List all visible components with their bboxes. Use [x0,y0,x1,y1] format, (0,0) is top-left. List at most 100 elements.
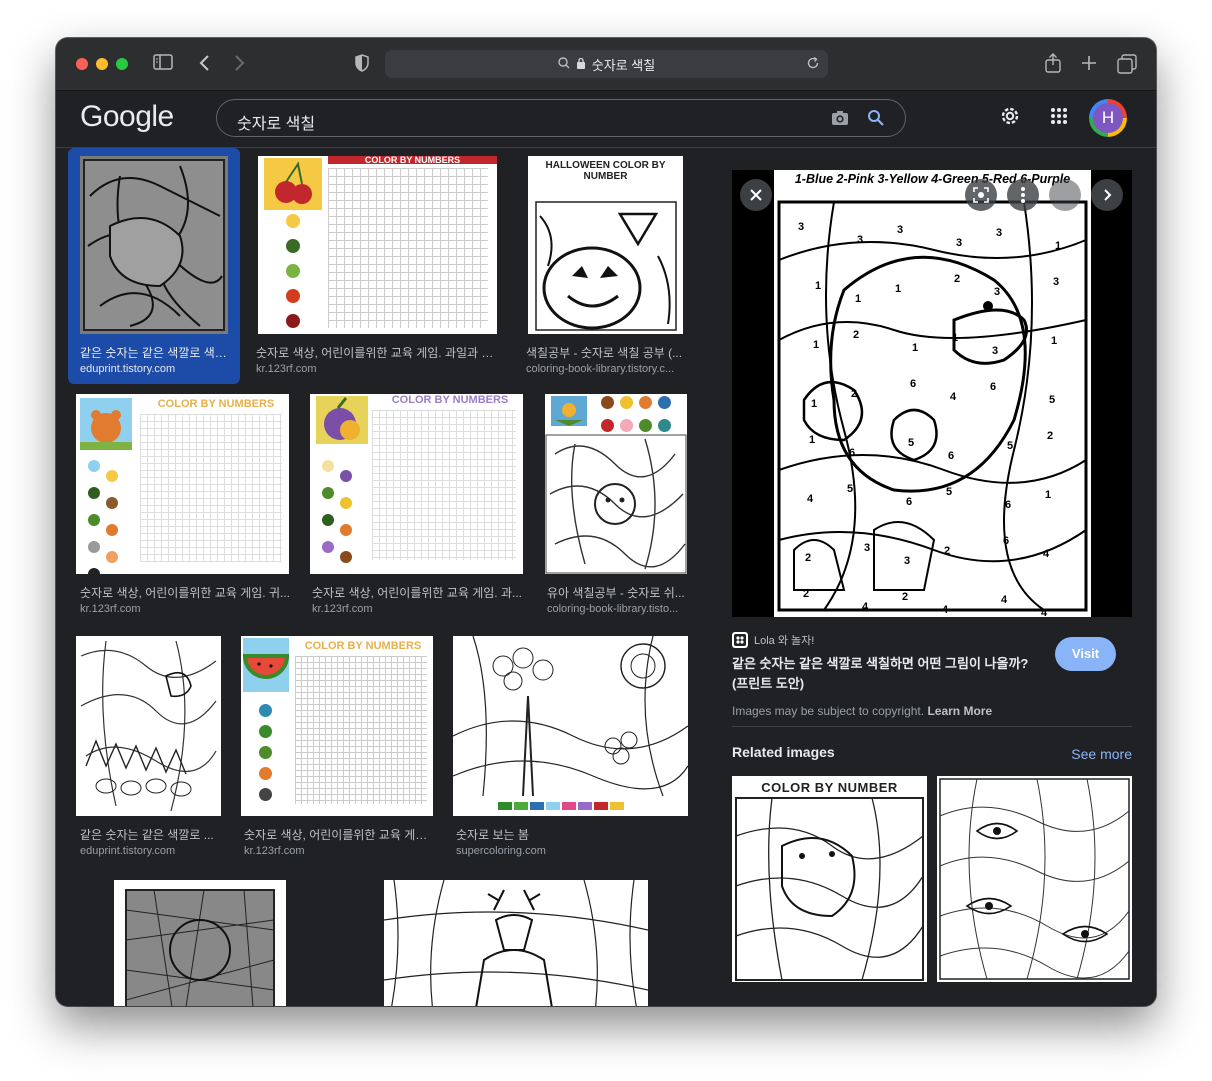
lock-icon [576,57,586,72]
result-source[interactable]: eduprint.tistory.com [80,363,232,375]
region-number: 3 [904,555,910,567]
region-number: 2 [853,329,859,341]
result-caption[interactable]: 색칠공부 - 숫자로 색칠 공부 (... [526,344,688,361]
related-image-2[interactable] [937,776,1132,982]
result-thumbnail[interactable] [545,394,687,574]
image-result-4[interactable]: COLOR BY NUMBERS 숫자로 색상, 어린이를위한 교육 게임. 귀… [76,394,292,622]
image-result-6[interactable]: 유아 색칠공부 - 숫자로 쉬... coloring-book-library… [544,394,690,622]
region-number: 2 [851,388,857,400]
lens-search-icon[interactable] [965,179,997,211]
zoom-window-button[interactable] [116,58,128,70]
apps-grid-icon[interactable] [1050,107,1068,130]
region-number: 1 [912,342,918,354]
image-results-grid: 같은 숫자는 같은 색깔로 색칠... eduprint.tistory.com… [56,148,708,1006]
tab-overview-icon[interactable] [1117,54,1137,74]
result-source[interactable]: kr.123rf.com [244,845,430,857]
google-header: Google 숫자로 색칠 H [56,91,1156,148]
back-icon[interactable] [199,54,211,72]
search-box[interactable]: 숫자로 색칠 [216,99,906,137]
account-avatar[interactable]: H [1089,99,1127,137]
forward-icon[interactable] [233,54,245,72]
see-more-link[interactable]: See more [1071,746,1132,762]
region-number: 1 [1051,335,1057,347]
camera-icon[interactable] [831,110,849,131]
result-thumbnail[interactable] [114,880,286,1006]
result-source[interactable]: eduprint.tistory.com [80,845,220,857]
result-caption[interactable]: 숫자로 색상, 어린이를위한 교육 게임. 과... [312,584,522,601]
plum-picture [316,396,368,444]
color-swatches [601,396,671,437]
result-thumbnail[interactable]: COLOR BY NUMBERS [241,636,433,816]
visit-button[interactable]: Visit [1055,637,1116,671]
preview-image[interactable]: 1-Blue 2-Pink 3-Yellow 4-Green 5-Red 6-P… [774,170,1091,617]
region-number: 5 [908,437,914,449]
close-preview-icon[interactable] [740,179,772,211]
result-thumbnail[interactable] [384,880,648,1006]
site-favicon-icon [732,632,748,648]
result-source[interactable]: coloring-book-library.tistory.c... [526,363,688,375]
result-source[interactable]: kr.123rf.com [312,603,522,615]
result-thumbnail[interactable]: COLOR BY NUMBERS [258,156,497,334]
preview-title[interactable]: 같은 숫자는 같은 색깔로 색칠하면 어떤 그림이 나올까? (프린트 도안) [732,654,1042,694]
result-thumbnail[interactable] [453,636,688,816]
search-icon[interactable] [867,109,885,132]
image-result-3[interactable]: HALLOWEEN COLOR BY NUMBER 색칠공부 - 숫자로 색칠 … [526,148,690,384]
region-number: 4 [1041,607,1048,617]
result-caption[interactable]: 숫자로 색상, 어린이를위한 교육 게임... [244,826,430,843]
result-caption[interactable]: 같은 숫자는 같은 색깔로 색칠... [80,344,232,361]
result-thumbnail[interactable] [80,156,228,334]
share-icon[interactable] [1044,52,1062,74]
result-source[interactable]: kr.123rf.com [256,363,496,375]
result-thumbnail[interactable]: HALLOWEEN COLOR BY NUMBER [528,156,683,334]
image-result-11[interactable] [384,880,648,1006]
related-images-heading: Related images [732,744,835,760]
close-window-button[interactable] [76,58,88,70]
result-thumbnail[interactable]: COLOR BY NUMBERS [76,394,289,574]
region-number: 2 [944,545,950,557]
previous-image-icon[interactable] [1049,179,1081,211]
result-source[interactable]: kr.123rf.com [80,603,290,615]
search-icon [558,56,570,72]
sidebar-toggle-icon[interactable] [153,54,173,70]
result-source[interactable]: supercoloring.com [456,845,686,857]
copyright-text: Images may be subject to copyright. [732,704,925,718]
learn-more-link[interactable]: Learn More [927,704,992,718]
image-result-5[interactable]: COLOR BY NUMBERS 숫자로 색상, 어린이를위한 교육 게임. 과… [310,394,526,622]
image-result-7[interactable]: 같은 숫자는 같은 색깔로 ... eduprint.tistory.com [76,636,226,866]
result-thumbnail[interactable] [76,636,221,816]
image-result-1[interactable]: 같은 숫자는 같은 색깔로 색칠... eduprint.tistory.com [68,148,240,384]
region-number: 2 [803,588,809,600]
pixel-grid [328,168,488,328]
address-bar[interactable]: 숫자로 색칠 [385,50,828,78]
privacy-shield-icon[interactable] [354,54,370,72]
region-number: 3 [996,227,1002,239]
source-site-name[interactable]: Lola 와 놀자! [754,632,814,648]
image-result-2[interactable]: COLOR BY NUMBERS 숫자로 색상, 어린이를위한 교육 게임. 과… [256,148,500,384]
image-result-10[interactable] [114,880,286,1006]
image-result-9[interactable]: 숫자로 보는 봄 supercoloring.com [452,636,690,866]
color-swatches [322,460,366,568]
more-options-icon[interactable] [1007,179,1039,211]
result-caption[interactable]: 유아 색칠공부 - 숫자로 쉬... [547,584,687,601]
google-logo[interactable]: Google [80,100,174,134]
source-site[interactable]: Lola 와 놀자! [732,632,814,648]
result-caption[interactable]: 같은 숫자는 같은 색깔로 ... [80,826,220,843]
settings-gear-icon[interactable] [999,105,1021,132]
region-number: 4 [942,604,949,616]
thumbnail-banner: COLOR BY NUMBERS [304,640,422,652]
search-input[interactable]: 숫자로 색칠 [237,110,315,134]
region-number: 5 [1007,440,1013,452]
result-caption[interactable]: 숫자로 보는 봄 [456,826,686,843]
new-tab-icon[interactable] [1081,55,1097,71]
image-result-8[interactable]: COLOR BY NUMBERS 숫자로 색상, 어린이를위한 교육 게임...… [240,636,436,866]
next-image-icon[interactable] [1091,179,1123,211]
reload-icon[interactable] [806,56,820,73]
result-caption[interactable]: 숫자로 색상, 어린이를위한 교육 게임. 귀... [80,584,290,601]
result-thumbnail[interactable]: COLOR BY NUMBERS [310,394,523,574]
related-image-1[interactable]: COLOR BY NUMBER [732,776,927,982]
result-caption[interactable]: 숫자로 색상, 어린이를위한 교육 게임. 과일과 채... [256,344,496,361]
result-source[interactable]: coloring-book-library.tisto... [547,603,687,615]
region-number: 4 [862,601,869,613]
region-number: 6 [990,381,996,393]
minimize-window-button[interactable] [96,58,108,70]
